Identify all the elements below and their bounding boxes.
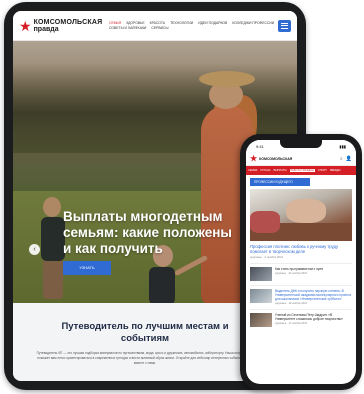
nav-item-tech[interactable]: ТЕХНОЛОГИИ: [170, 21, 193, 25]
search-icon[interactable]: ⌕: [340, 156, 343, 162]
site-logo[interactable]: ★ КОМСОМОЛЬСКАЯ правда: [19, 19, 103, 33]
learn-more-button[interactable]: УЗНАТЬ: [63, 261, 111, 275]
article-title: Выделить ДНК и получить научную степень:…: [275, 289, 352, 302]
hero-title[interactable]: Выплаты многодетным семьям: какие положе…: [63, 209, 233, 257]
nav-item-health[interactable]: ЗДОРОВЬЕ: [126, 21, 145, 25]
article-meta: здоровье · 17 ноября 2021: [275, 322, 308, 326]
article-thumbnail: [250, 289, 272, 304]
nav-item-gift-ideas[interactable]: ИДЕИ ПОДАРКОВ: [198, 21, 227, 25]
list-item[interactable]: Как стать программистом с нуля здоровье …: [250, 263, 352, 282]
star-icon: ★: [19, 17, 32, 34]
feature-headline[interactable]: Профессия плотник: любовь к ручному труд…: [250, 244, 352, 254]
guide-title: Путеводитель по лучшим местам и событиям: [61, 321, 229, 344]
article-thumbnail: [250, 267, 272, 282]
nav-item-tips[interactable]: СОВЕТЫ И ЛАЙФХАКИ: [109, 26, 146, 30]
nav-item-services[interactable]: СЕРВИСЫ: [151, 26, 168, 30]
mobile-logo-text[interactable]: КОМСОМОЛЬСКАЯ: [259, 157, 340, 161]
article-meta: здоровье · 19 ноября 2021: [275, 302, 308, 306]
mobile-nav-item[interactable]: РАБОТА ГРАЖДАН: [289, 169, 315, 172]
article-title: Как стать программистом с нуля: [275, 267, 323, 272]
article-thumbnail: [250, 313, 272, 328]
logo-line-2: правда: [33, 25, 59, 33]
feature-meta: здоровье · 2 ноября 2021: [250, 255, 284, 260]
nav-item-family[interactable]: СЕМЬЯ: [109, 21, 121, 25]
nav-item-colleges[interactable]: КОЛЛЕДЖИ ПРОФЕССИИ: [232, 21, 274, 25]
user-icon[interactable]: 👤: [346, 156, 352, 162]
hamburger-menu-icon[interactable]: [278, 19, 291, 32]
phone-notch: [280, 140, 322, 148]
mobile-nav-item[interactable]: ВЫПЛАТЫ: [274, 169, 287, 172]
signal-icon: ▮▮▮: [339, 143, 346, 149]
device-mockup: ★ КОМСОМОЛЬСКАЯ правда СЕМЬЯ ЗДОРОВЬЕ КР…: [0, 0, 364, 394]
list-item[interactable]: Ученый из Сеченова Петр Шадрин: «В Униве…: [250, 309, 352, 328]
mobile-nav-item[interactable]: СТРАНА: [260, 169, 270, 172]
logo-line-1: КОМСОМОЛЬСКАЯ: [33, 18, 103, 26]
phone-frame: 9:41 ▮▮▮ ★ КОМСОМОЛЬСКАЯ ⌕ 👤 СЕМЬЯ СТРАН…: [240, 134, 362, 390]
list-item[interactable]: Выделить ДНК и получить научную степень:…: [250, 285, 352, 305]
status-time: 9:41: [256, 143, 264, 149]
nav-item-beauty[interactable]: КРАСОТА: [150, 21, 165, 25]
site-header: ★ КОМСОМОЛЬСКАЯ правда СЕМЬЯ ЗДОРОВЬЕ КР…: [13, 11, 297, 41]
star-icon[interactable]: ★: [250, 154, 257, 163]
mobile-header: ★ КОМСОМОЛЬСКАЯ ⌕ 👤: [246, 152, 356, 166]
phone-screen: 9:41 ▮▮▮ ★ КОМСОМОЛЬСКАЯ ⌕ 👤 СЕМЬЯ СТРАН…: [246, 140, 356, 384]
section-label[interactable]: ПРОФЕССИИ БУДУЩЕГО: [250, 178, 310, 186]
chevron-left-icon[interactable]: ‹: [29, 244, 40, 255]
top-navigation: СЕМЬЯ ЗДОРОВЬЕ КРАСОТА ТЕХНОЛОГИИ ИДЕИ П…: [103, 21, 278, 30]
article-meta: здоровье · 22 ноября 2021: [275, 272, 308, 276]
mobile-nav-item[interactable]: СЕМЬЯ: [248, 169, 257, 172]
mobile-navigation: СЕМЬЯ СТРАНА ВЫПЛАТЫ РАБОТА ГРАЖДАН СПОР…: [246, 166, 356, 175]
guide-description: Путеводитель КП — это лучшая подборка ма…: [36, 351, 254, 365]
mobile-nav-item[interactable]: ЗВЕЗДЫ: [330, 169, 341, 172]
mobile-nav-item[interactable]: СПОРТ: [318, 169, 327, 172]
article-title: Ученый из Сеченова Петр Шадрин: «В Униве…: [275, 313, 344, 322]
feature-photo[interactable]: [250, 189, 352, 241]
